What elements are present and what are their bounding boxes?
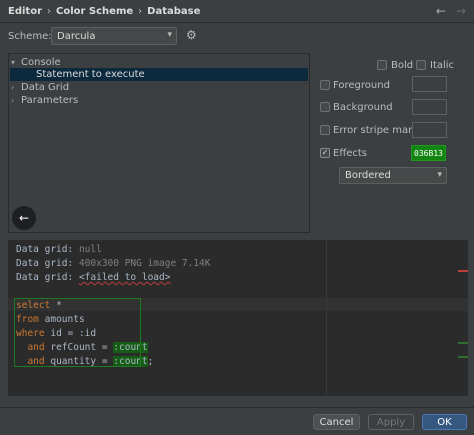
right-margin-guide xyxy=(326,240,327,396)
chevron-down-icon: ▾ xyxy=(167,30,172,40)
gear-icon[interactable]: ⚙ xyxy=(186,28,197,42)
check-icon: ✓ xyxy=(321,148,329,157)
element-tree: ▾ Console Statement to execute › Data Gr… xyxy=(8,53,310,233)
bold-label: Bold xyxy=(391,60,414,71)
chevron-right-icon[interactable]: › xyxy=(11,83,21,92)
tree-item-label: Parameters xyxy=(21,95,79,106)
tree-item-data-grid[interactable]: › Data Grid xyxy=(11,81,69,94)
background-color-swatch[interactable] xyxy=(412,99,447,115)
tree-item-label: Statement to execute xyxy=(36,69,145,80)
scheme-label: Scheme: xyxy=(8,31,52,42)
breadcrumb-editor[interactable]: Editor xyxy=(8,6,42,17)
preview-editor[interactable]: Data grid: null Data grid: 400x300 PNG i… xyxy=(8,240,468,396)
scheme-dropdown[interactable]: Darcula ▾ xyxy=(51,27,177,45)
chevron-right-icon[interactable]: › xyxy=(11,96,21,105)
background-checkbox[interactable] xyxy=(320,102,330,112)
effects-color-value: 036B13 xyxy=(414,148,443,158)
error-stripe-label: Error stripe mark xyxy=(333,125,419,136)
code-line: Data grid: <failed to load> xyxy=(16,272,171,283)
tree-item-label: Console xyxy=(21,57,61,68)
effects-type-value: Bordered xyxy=(345,170,391,181)
bold-checkbox[interactable] xyxy=(377,60,387,70)
cancel-button[interactable]: Cancel xyxy=(313,414,360,430)
italic-label: Italic xyxy=(430,60,455,71)
code-line: Data grid: 400x300 PNG image 7.14K xyxy=(16,258,211,269)
chevron-down-icon[interactable]: ▾ xyxy=(11,58,21,67)
footer-divider xyxy=(0,407,474,408)
bordered-effect-box xyxy=(14,298,141,367)
back-arrow-icon[interactable]: ← xyxy=(436,4,446,18)
apply-button[interactable]: Apply xyxy=(368,414,414,430)
breadcrumb: Editor › Color Scheme › Database xyxy=(0,0,474,22)
forward-arrow-icon[interactable]: → xyxy=(456,4,466,18)
tree-item-parameters[interactable]: › Parameters xyxy=(11,94,78,107)
effects-color-swatch[interactable]: 036B13 xyxy=(411,145,446,161)
breadcrumb-color-scheme[interactable]: Color Scheme xyxy=(56,6,133,17)
history-navigation: ← → xyxy=(436,4,466,18)
background-label: Background xyxy=(333,102,393,113)
back-arrow-icon: ← xyxy=(18,211,30,225)
error-stripe-checkbox[interactable] xyxy=(320,125,330,135)
error-stripe-color-swatch[interactable] xyxy=(412,122,447,138)
scheme-value: Darcula xyxy=(57,30,96,42)
breadcrumb-separator: › xyxy=(47,5,51,17)
breadcrumb-database: Database xyxy=(147,5,201,17)
error-stripe-marker[interactable] xyxy=(458,270,468,272)
foreground-color-swatch[interactable] xyxy=(412,76,447,92)
breadcrumb-separator: › xyxy=(138,5,143,17)
code-line: Data grid: null xyxy=(16,244,102,255)
effects-type-dropdown[interactable]: Bordered ▾ xyxy=(339,167,447,184)
effects-checkbox[interactable]: ✓ xyxy=(320,148,330,158)
stripe-marker[interactable] xyxy=(458,342,468,344)
header-divider xyxy=(0,22,474,23)
italic-checkbox[interactable] xyxy=(416,60,426,70)
stripe-marker[interactable] xyxy=(458,356,468,358)
foreground-checkbox[interactable] xyxy=(320,80,330,90)
back-button[interactable]: ← xyxy=(12,206,36,230)
tree-item-statement-to-execute[interactable]: Statement to execute xyxy=(10,68,308,81)
ok-button[interactable]: OK xyxy=(422,414,467,430)
effects-label: Effects xyxy=(333,148,367,159)
chevron-down-icon: ▾ xyxy=(437,170,442,180)
foreground-label: Foreground xyxy=(333,80,390,91)
tree-item-label: Data Grid xyxy=(21,82,70,93)
